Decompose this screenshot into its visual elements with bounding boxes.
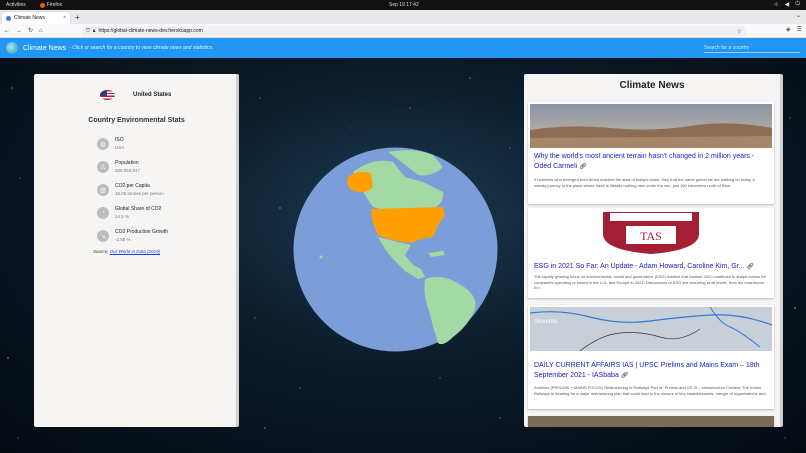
link-icon[interactable]: 🔗︎ [579, 164, 587, 170]
stat-label: Global Share of CO2 [115, 206, 162, 212]
bookmark-star-icon[interactable]: ☆ [737, 28, 742, 35]
stat-population: ♙ Population 329,064,917 [97, 160, 140, 173]
list-tabs-icon[interactable]: ⌄ [796, 12, 801, 19]
link-icon[interactable]: 🔗︎ [747, 264, 755, 270]
earth-logo-icon[interactable] [6, 42, 18, 54]
tab-strip: Climate News × + ⌄ [0, 10, 806, 24]
stat-value: 14.5 % [115, 214, 130, 219]
country-stats-panel: United States Country Environmental Stat… [34, 74, 239, 427]
factory-icon: ▥ [97, 184, 109, 196]
forward-icon[interactable]: → [16, 28, 22, 34]
country-search-input[interactable]: Search for a country [704, 43, 800, 53]
close-tab-icon[interactable]: × [63, 15, 66, 21]
stat-co2-growth: ↘ CO2 Production Growth -2.58 % [97, 229, 168, 242]
stat-co2-per-capita: ▥ CO2 per Capita 16.06 tonnes per person [97, 183, 164, 196]
tab-title: Climate News [14, 15, 45, 21]
nav-toolbar: ← → ↻ ⌂ ⛉ 🔒︎ https://global-climate-news… [0, 24, 806, 38]
stat-label: Population [115, 160, 139, 166]
firefox-icon [39, 2, 45, 8]
article-snippet: The rapidly growing focus on environment… [534, 274, 766, 291]
app-subtitle: - Click or search for a country to view … [69, 45, 214, 51]
pocket-icon[interactable]: ◈ [786, 26, 791, 33]
url-bar[interactable]: ⛉ 🔒︎ https://global-climate-news-dev.her… [82, 26, 746, 36]
stat-value: -2.58 % [115, 237, 131, 242]
pie-chart-icon: ◔ [97, 207, 109, 219]
news-card[interactable] [528, 416, 774, 427]
article-image[interactable]: Slovenia [530, 307, 772, 351]
browser-tab[interactable]: Climate News × [2, 12, 70, 24]
article-image[interactable] [530, 104, 772, 148]
shield-icon[interactable]: ⛉ [86, 28, 90, 34]
stat-iso: ◍ ISO USA [97, 137, 124, 150]
app-header: Climate News - Click or search for a cou… [0, 38, 806, 58]
activities-button[interactable]: Activities [6, 2, 26, 8]
news-card[interactable]: Slovenia DAILY CURRENT AFFAIRS IAS | UPS… [528, 305, 774, 409]
trend-icon: ↘ [97, 230, 109, 242]
person-icon: ♙ [97, 161, 109, 173]
stats-title: Country Environmental Stats [88, 117, 185, 124]
source-prefix: Source: [93, 249, 110, 254]
search-placeholder: Search for a country [704, 44, 750, 51]
stat-label: ISO [115, 137, 124, 143]
app-name: Firefox [46, 2, 63, 8]
article-image[interactable]: TAS [530, 210, 772, 254]
map-label: Slovenia [534, 319, 558, 325]
tab-favicon [6, 15, 11, 21]
system-top-bar: Activities Firefox Sep 19 17:42 ⊹ ◀ ⏻ [0, 0, 806, 10]
interactive-globe[interactable] [293, 147, 498, 352]
country-header: United States [100, 90, 171, 100]
stat-global-share: ◔ Global Share of CO2 14.5 % [97, 206, 161, 219]
reload-icon[interactable]: ↻ [28, 27, 33, 34]
new-tab-button[interactable]: + [75, 12, 80, 24]
stat-value: 16.06 tonnes per person [115, 191, 164, 196]
climate-news-panel: Climate News Why the world's most ancien… [524, 74, 783, 427]
source-link[interactable]: Our World in Data (2019) [110, 249, 160, 254]
us-flag-icon [100, 90, 115, 100]
stat-label: CO2 Production Growth [115, 229, 169, 235]
home-icon[interactable]: ⌂ [39, 28, 43, 34]
back-icon[interactable]: ← [4, 28, 10, 34]
globe-icon: ◍ [97, 138, 109, 150]
clock[interactable]: Sep 19 17:42 [389, 2, 419, 8]
article-title[interactable]: DAILY CURRENT AFFAIRS IAS | UPSC Prelims… [534, 361, 770, 381]
news-card[interactable]: TAS ESG in 2021 So Far: An Update - Adam… [528, 208, 774, 298]
app-title[interactable]: Climate News [23, 45, 66, 52]
hawaii[interactable] [319, 255, 323, 259]
news-title: Climate News [619, 80, 685, 91]
article-title[interactable]: ESG in 2021 So Far: An Update - Adam How… [534, 262, 770, 272]
link-icon[interactable]: 🔗︎ [621, 373, 629, 379]
stat-value: 329,064,917 [115, 168, 141, 173]
country-name: United States [133, 92, 172, 98]
firefox-app-menu[interactable]: Firefox [39, 2, 63, 8]
stat-label: CO2 per Capita [115, 183, 150, 189]
stat-value: USA [115, 145, 125, 150]
article-title[interactable]: Why the world's most ancient terrain has… [534, 152, 770, 172]
stats-source: Source: Our World in Data (2019) [93, 249, 160, 254]
article-snippet: Archives (PRELIMS + MAINS FOCUS) Restruc… [534, 385, 766, 402]
seal-text: TAS [640, 229, 662, 243]
power-icon: ⏻ [795, 1, 800, 7]
volume-icon: ◀ [784, 2, 790, 8]
lock-icon[interactable]: 🔒︎ [93, 28, 96, 34]
system-tray[interactable]: ⊹ ◀ ⏻ [774, 1, 800, 8]
url-text[interactable]: https://global-climate-news-dev.herokuap… [98, 28, 202, 34]
news-card[interactable]: Why the world's most ancient terrain has… [528, 102, 774, 204]
network-icon: ⊹ [773, 2, 779, 8]
article-snippet: If hominids who emerged from Africa reac… [534, 177, 755, 188]
menu-icon[interactable]: ☰ [797, 26, 802, 33]
